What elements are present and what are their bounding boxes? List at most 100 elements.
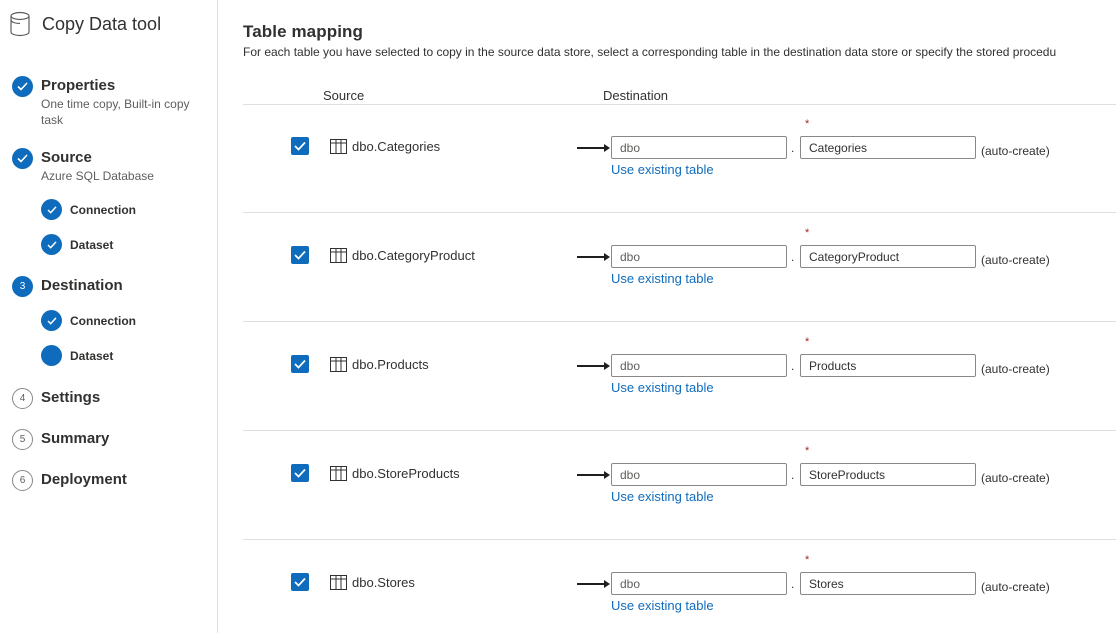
page-title: Table mapping bbox=[243, 22, 363, 41]
source-table-name: dbo.Categories bbox=[352, 139, 441, 154]
row-checkbox[interactable] bbox=[291, 355, 309, 373]
check-icon bbox=[41, 199, 62, 220]
schema-separator: . bbox=[791, 141, 795, 155]
source-table: dbo.CategoryProduct bbox=[330, 248, 475, 263]
app-title-text: Copy Data tool bbox=[42, 13, 162, 34]
auto-create-label: (auto-create) bbox=[981, 144, 1050, 158]
step-summary[interactable]: 5 Summary bbox=[12, 429, 109, 450]
source-table: dbo.Stores bbox=[330, 575, 415, 590]
mapping-row: dbo.Products * dbo . Products (auto-crea… bbox=[243, 322, 1116, 431]
column-header-destination: Destination bbox=[603, 88, 669, 103]
auto-create-label: (auto-create) bbox=[981, 253, 1050, 267]
app-title: Copy Data tool bbox=[9, 10, 161, 38]
page-description: For each table you have selected to copy… bbox=[243, 45, 1057, 59]
row-checkbox[interactable] bbox=[291, 573, 309, 591]
arrow-right-icon bbox=[577, 253, 610, 261]
destination-table-input[interactable]: Stores bbox=[800, 572, 976, 595]
schema-separator: . bbox=[791, 359, 795, 373]
source-table: dbo.Products bbox=[330, 357, 429, 372]
wizard-sidebar: Copy Data tool Properties One time copy,… bbox=[0, 0, 218, 633]
auto-create-label: (auto-create) bbox=[981, 471, 1050, 485]
use-existing-table-link[interactable]: Use existing table bbox=[611, 162, 714, 177]
arrow-right-icon bbox=[577, 471, 610, 479]
check-icon bbox=[41, 310, 62, 331]
destination-schema-input[interactable]: dbo bbox=[611, 354, 787, 377]
step-number-badge: 3 bbox=[12, 276, 33, 297]
row-checkbox[interactable] bbox=[291, 137, 309, 155]
arrow-right-icon bbox=[577, 362, 610, 370]
database-icon bbox=[10, 11, 30, 37]
step-description: Azure SQL Database bbox=[41, 169, 154, 183]
destination-table-input[interactable]: Products bbox=[800, 354, 976, 377]
destination-schema-input[interactable]: dbo bbox=[611, 245, 787, 268]
destination-schema-input[interactable]: dbo bbox=[611, 572, 787, 595]
table-icon bbox=[330, 466, 347, 481]
step-title: Deployment bbox=[41, 471, 127, 488]
use-existing-table-link[interactable]: Use existing table bbox=[611, 598, 714, 613]
check-icon bbox=[12, 148, 33, 169]
step-title: Settings bbox=[41, 389, 101, 406]
checkmark-icon bbox=[294, 577, 306, 587]
step-description: One time copy, Built-in copy task bbox=[41, 97, 190, 127]
required-marker: * bbox=[805, 554, 810, 566]
source-table-name: dbo.CategoryProduct bbox=[352, 248, 475, 263]
mapping-row: dbo.CategoryProduct * dbo . CategoryProd… bbox=[243, 213, 1116, 322]
destination-table-input[interactable]: Categories bbox=[800, 136, 976, 159]
schema-separator: . bbox=[791, 468, 795, 482]
source-table-name: dbo.Products bbox=[352, 357, 429, 372]
check-icon bbox=[12, 76, 33, 97]
checkmark-icon bbox=[294, 250, 306, 260]
checkmark-icon bbox=[294, 359, 306, 369]
use-existing-table-link[interactable]: Use existing table bbox=[611, 271, 714, 286]
substep-source-connection[interactable]: Connection bbox=[41, 199, 136, 220]
step-title: Source bbox=[41, 149, 92, 166]
table-icon bbox=[330, 575, 347, 590]
step-title: Properties bbox=[41, 77, 116, 94]
auto-create-label: (auto-create) bbox=[981, 362, 1050, 376]
use-existing-table-link[interactable]: Use existing table bbox=[611, 380, 714, 395]
substep-source-dataset[interactable]: Dataset bbox=[41, 234, 113, 255]
checkmark-icon bbox=[294, 468, 306, 478]
step-deployment[interactable]: 6 Deployment bbox=[12, 470, 127, 491]
arrow-right-icon bbox=[577, 580, 610, 588]
check-icon bbox=[41, 234, 62, 255]
substep-label: Dataset bbox=[70, 348, 114, 363]
source-table-name: dbo.StoreProducts bbox=[352, 466, 460, 481]
step-source[interactable]: Source Azure SQL Database bbox=[12, 148, 211, 184]
schema-separator: . bbox=[791, 577, 795, 591]
required-marker: * bbox=[805, 445, 810, 457]
required-marker: * bbox=[805, 118, 810, 130]
step-title: Summary bbox=[41, 430, 110, 447]
destination-table-input[interactable]: CategoryProduct bbox=[800, 245, 976, 268]
destination-schema-input[interactable]: dbo bbox=[611, 136, 787, 159]
destination-schema-input[interactable]: dbo bbox=[611, 463, 787, 486]
checkmark-icon bbox=[294, 141, 306, 151]
step-number-badge: 6 bbox=[12, 470, 33, 491]
table-icon bbox=[330, 357, 347, 372]
required-marker: * bbox=[805, 227, 810, 239]
step-settings[interactable]: 4 Settings bbox=[12, 388, 100, 409]
arrow-right-icon bbox=[577, 144, 610, 152]
mapping-row: dbo.Stores * dbo . Stores (auto-create) … bbox=[243, 540, 1116, 633]
table-icon bbox=[330, 139, 347, 154]
step-title: Destination bbox=[41, 277, 123, 294]
step-number-badge: 4 bbox=[12, 388, 33, 409]
current-step-dot-icon bbox=[41, 345, 62, 366]
destination-table-input[interactable]: StoreProducts bbox=[800, 463, 976, 486]
substep-destination-connection[interactable]: Connection bbox=[41, 310, 136, 331]
substep-destination-dataset[interactable]: Dataset bbox=[41, 345, 113, 366]
step-properties[interactable]: Properties One time copy, Built-in copy … bbox=[12, 76, 211, 128]
substep-label: Dataset bbox=[70, 237, 114, 252]
auto-create-label: (auto-create) bbox=[981, 580, 1050, 594]
source-table: dbo.Categories bbox=[330, 139, 440, 154]
step-destination[interactable]: 3 Destination bbox=[12, 276, 123, 297]
substep-label: Connection bbox=[70, 202, 136, 217]
column-header-source: Source bbox=[323, 88, 365, 103]
table-mapping-panel: Table mapping For each table you have se… bbox=[243, 0, 1116, 633]
step-number-badge: 5 bbox=[12, 429, 33, 450]
mapping-row: dbo.StoreProducts * dbo . StoreProducts … bbox=[243, 431, 1116, 540]
row-checkbox[interactable] bbox=[291, 246, 309, 264]
row-checkbox[interactable] bbox=[291, 464, 309, 482]
required-marker: * bbox=[805, 336, 810, 348]
use-existing-table-link[interactable]: Use existing table bbox=[611, 489, 714, 504]
